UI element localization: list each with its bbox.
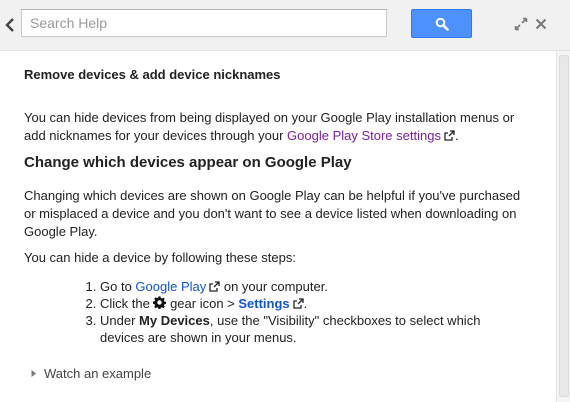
page-title: Remove devices & add device nicknames	[24, 67, 281, 82]
search-input[interactable]	[21, 9, 387, 37]
steps-list: Go to Google Play on your computer. Clic…	[70, 278, 520, 346]
settings-link[interactable]: Settings	[238, 296, 304, 311]
expand-icon	[514, 17, 528, 31]
external-link-icon	[444, 130, 455, 141]
article-content: Remove devices & add device nicknames Yo…	[0, 51, 556, 402]
scroll-thumb[interactable]	[559, 55, 569, 397]
back-button[interactable]	[2, 15, 18, 35]
list-item: Under My Devices, use the "Visibility" c…	[100, 312, 520, 346]
chevron-left-icon	[5, 18, 14, 32]
gear-icon	[153, 296, 167, 310]
external-link-icon	[293, 298, 304, 309]
list-item: Click the gear icon > Settings.	[100, 295, 520, 312]
intro-end: .	[454, 128, 459, 143]
google-play-link[interactable]: Google Play	[135, 279, 220, 294]
close-button[interactable]	[533, 16, 549, 32]
section-heading: Change which devices appear on Google Pl…	[24, 154, 352, 171]
expand-button[interactable]	[513, 16, 529, 32]
search-icon	[435, 17, 449, 31]
watch-example-label: Watch an example	[44, 366, 152, 381]
search-button[interactable]	[411, 9, 472, 38]
triangle-right-icon	[31, 370, 36, 377]
intro-paragraph: You can hide devices from being displaye…	[24, 109, 534, 145]
play-store-settings-link[interactable]: Google Play Store settings	[287, 128, 455, 143]
steps-intro: You can hide a device by following these…	[24, 250, 296, 265]
close-icon	[535, 18, 547, 30]
watch-example-toggle[interactable]: Watch an example	[30, 366, 151, 381]
scrollbar[interactable]	[556, 51, 570, 402]
section-paragraph: Changing which devices are shown on Goog…	[24, 188, 521, 239]
help-toolbar	[0, 0, 570, 51]
list-item: Go to Google Play on your computer.	[100, 278, 520, 295]
external-link-icon	[209, 281, 220, 292]
